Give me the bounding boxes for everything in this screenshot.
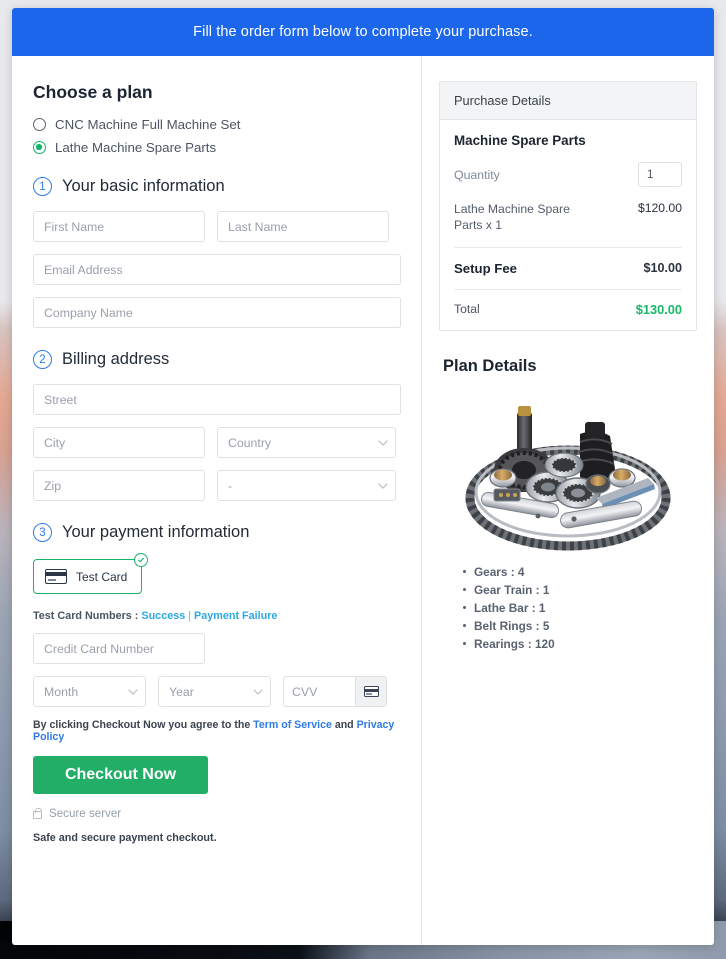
list-item: Gear Train : 1 (463, 583, 697, 597)
street-row (33, 384, 401, 415)
year-select-wrapper: Year (158, 676, 271, 707)
terms-of-service-link[interactable]: Term of Service (253, 719, 332, 731)
checkout-banner: Fill the order form below to complete yo… (12, 8, 714, 56)
state-select-wrapper: - (217, 470, 396, 501)
step-number-badge: 2 (33, 350, 52, 369)
email-row (33, 254, 401, 285)
total-amount: $130.00 (635, 301, 682, 317)
name-row (33, 211, 401, 242)
checkout-body: Choose a plan CNC Machine Full Machine S… (12, 56, 714, 945)
expiry-month-select[interactable]: Month (33, 676, 146, 707)
secure-server-note: Secure server (33, 807, 401, 820)
quantity-input[interactable] (638, 162, 682, 187)
step-title: Billing address (62, 350, 170, 368)
cvv-group (283, 676, 387, 707)
step-heading-payment-information: 3 Your payment information (33, 523, 401, 542)
step-number-badge: 1 (33, 177, 52, 196)
plan-option-lathe-machine-spare-parts[interactable]: Lathe Machine Spare Parts (33, 140, 401, 155)
checkout-now-button[interactable]: Checkout Now (33, 756, 208, 794)
purchase-summary-column: Purchase Details Machine Spare Parts Qua… (422, 56, 713, 945)
product-image (439, 390, 697, 555)
quantity-row: Quantity (454, 162, 682, 187)
plan-option-label: CNC Machine Full Machine Set (55, 117, 241, 132)
setup-fee-row: Setup Fee $10.00 (454, 248, 682, 290)
step-heading-basic-information: 1 Your basic information (33, 177, 401, 196)
test-card-success-link[interactable]: Success (141, 610, 185, 622)
radio-icon-cnc[interactable] (33, 118, 46, 131)
list-item: Lathe Bar : 1 (463, 601, 697, 615)
line-item-row: Lathe Machine Spare Parts x 1 $120.00 (454, 201, 682, 248)
city-input[interactable] (33, 427, 205, 458)
country-select[interactable]: Country (217, 427, 396, 458)
plan-option-cnc-machine-full-machine-set[interactable]: CNC Machine Full Machine Set (33, 117, 401, 132)
credit-card-icon (363, 686, 379, 697)
quantity-label: Quantity (454, 167, 500, 182)
credit-card-number-input[interactable] (33, 633, 205, 664)
zip-input[interactable] (33, 470, 205, 501)
expiry-cvv-row: Month Year (33, 676, 401, 707)
country-select-wrapper: Country (217, 427, 396, 458)
step-title: Your basic information (62, 177, 225, 195)
line-item-name: Lathe Machine Spare Parts x 1 (454, 202, 570, 233)
banner-message: Fill the order form below to complete yo… (193, 24, 533, 40)
total-label: Total (454, 302, 480, 317)
agree-prefix: By clicking Checkout Now you agree to th… (33, 719, 254, 731)
payment-method-label: Test Card (76, 569, 128, 584)
company-name-input[interactable] (33, 297, 401, 328)
list-item: Belt Rings : 5 (463, 619, 697, 633)
secure-server-label: Secure server (49, 807, 122, 820)
purchase-details-header: Purchase Details (440, 82, 696, 120)
radio-icon-lathe-selected[interactable] (33, 141, 46, 154)
checkout-card: Fill the order form below to complete yo… (12, 8, 714, 945)
test-card-separator: | (185, 610, 195, 622)
check-circle-icon (134, 553, 149, 567)
agree-joiner: and (331, 719, 357, 731)
state-select[interactable]: - (217, 470, 396, 501)
expiry-year-select[interactable]: Year (158, 676, 271, 707)
test-card-numbers-note: Test Card Numbers : Success | Payment Fa… (33, 610, 401, 622)
company-row (33, 297, 401, 328)
credit-card-number-row (33, 633, 401, 664)
plan-details-title: Plan Details (443, 356, 537, 375)
test-card-failure-link[interactable]: Payment Failure (194, 610, 277, 622)
setup-fee-amount: $10.00 (643, 261, 682, 276)
payment-method-test-card[interactable]: Test Card (33, 553, 149, 594)
purchase-details-box: Purchase Details Machine Spare Parts Qua… (439, 81, 697, 331)
city-country-row: Country (33, 427, 401, 458)
plan-feature-list: Gears : 4 Gear Train : 1 Lathe Bar : 1 B… (463, 565, 697, 651)
plan-option-label: Lathe Machine Spare Parts (55, 140, 217, 155)
test-card-numbers-prefix: Test Card Numbers : (33, 610, 142, 622)
order-form-column: Choose a plan CNC Machine Full Machine S… (12, 56, 422, 945)
setup-fee-label: Setup Fee (454, 260, 518, 276)
choose-plan-title: Choose a plan (33, 82, 153, 102)
total-row: Total $130.00 (454, 290, 682, 330)
list-item: Gears : 4 (463, 565, 697, 579)
line-item-amount: $120.00 (637, 201, 682, 215)
purchase-product-name: Machine Spare Parts (454, 133, 586, 148)
cvv-input[interactable] (283, 676, 355, 707)
step-title: Your payment information (62, 523, 250, 541)
step-number-badge: 3 (33, 523, 52, 542)
machine-spare-parts-illustration (465, 405, 671, 551)
purchase-details-body: Machine Spare Parts Quantity Lathe Machi… (440, 120, 696, 330)
first-name-input[interactable] (33, 211, 205, 242)
safe-checkout-note: Safe and secure payment checkout. (33, 832, 217, 844)
step-heading-billing-address: 2 Billing address (33, 350, 401, 369)
legal-agreement-text: By clicking Checkout Now you agree to th… (33, 719, 401, 743)
cvv-help-card-icon-button[interactable] (355, 676, 387, 707)
lock-icon (33, 807, 42, 819)
last-name-input[interactable] (217, 211, 389, 242)
credit-card-icon (45, 569, 67, 584)
month-select-wrapper: Month (33, 676, 146, 707)
zip-state-row: - (33, 470, 401, 501)
list-item: Rearings : 120 (463, 637, 697, 651)
street-input[interactable] (33, 384, 401, 415)
email-input[interactable] (33, 254, 401, 285)
